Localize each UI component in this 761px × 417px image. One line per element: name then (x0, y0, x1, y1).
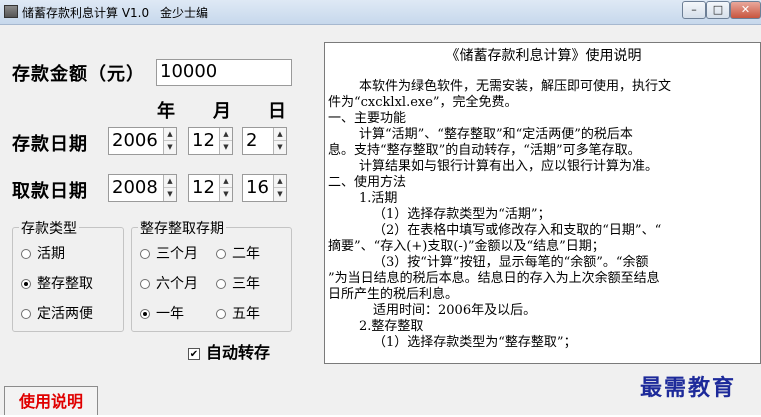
help-line: 本软件为绿色软件，无需安装，解压即可使用，执行文 (359, 79, 672, 94)
radio-selected-icon (140, 309, 150, 319)
app-icon (4, 5, 18, 18)
radio-label: 定活两便 (37, 306, 93, 322)
deposit-date-label: 存款日期 (12, 134, 88, 155)
help-line: （1）选择存款类型为“活期”； (373, 207, 551, 222)
radio-label: 五年 (232, 306, 260, 322)
spin-down-icon[interactable]: ▼ (164, 188, 176, 201)
radio-icon (21, 249, 31, 259)
radio-icon (216, 309, 226, 319)
help-line: （1）选择存款类型为“整存整取”； (373, 335, 577, 350)
radio-3-months[interactable]: 三个月 (140, 243, 198, 263)
radio-label: 活期 (37, 246, 65, 262)
radio-label: 三个月 (156, 246, 198, 262)
day-header: 日 (268, 101, 287, 122)
radio-label: 整存整取 (37, 276, 93, 292)
radio-2-years[interactable]: 二年 (216, 243, 260, 263)
window-title: 储蓄存款利息计算 V1.0 (22, 6, 150, 20)
title-bar: 储蓄存款利息计算 V1.0 金少士编 – □ ✕ (0, 0, 761, 25)
help-line: 2.整存整取 (359, 319, 424, 334)
radio-selected-icon (21, 279, 31, 289)
radio-6-months[interactable]: 六个月 (140, 273, 198, 293)
radio-3-years[interactable]: 三年 (216, 273, 260, 293)
brand-watermark: 最需教育 (640, 375, 737, 401)
deposit-day-value: 2 (246, 130, 258, 151)
radio-icon (216, 279, 226, 289)
spin-up-icon[interactable]: ▲ (220, 175, 232, 188)
withdraw-month-value: 12 (192, 177, 215, 198)
help-line: 1.活期 (359, 191, 398, 206)
amount-input[interactable]: 10000 (156, 59, 292, 86)
help-line: 息。支持“整存整取”的自动转存，“活期”可多笔存取。 (328, 143, 641, 158)
help-title: 《储蓄存款利息计算》使用说明 (445, 48, 642, 64)
help-textbox[interactable]: 《储蓄存款利息计算》使用说明 本软件为绿色软件，无需安装，解压即可使用，执行文 … (324, 42, 761, 364)
help-line: 摘要”、“存入(+)支取(-)”金额以及“结息”日期； (328, 239, 605, 254)
auto-renew-checkbox[interactable]: ✔ 自动转存 (188, 339, 270, 363)
withdraw-month-spinner[interactable]: 12 ▲ ▼ (188, 174, 233, 202)
minimize-button[interactable]: – (682, 1, 706, 19)
radio-icon (216, 249, 226, 259)
radio-label: 一年 (156, 306, 184, 322)
help-line: 二、使用方法 (328, 175, 407, 190)
spin-up-icon[interactable]: ▲ (164, 128, 176, 141)
withdraw-day-value: 16 (246, 177, 269, 198)
deposit-day-spinner[interactable]: 2 ▲ ▼ (242, 127, 287, 155)
spin-down-icon[interactable]: ▼ (220, 188, 232, 201)
deposit-year-value: 2006 (112, 130, 158, 151)
app-window: 储蓄存款利息计算 V1.0 金少士编 – □ ✕ 存款金额（元） 10000 年… (0, 0, 761, 415)
radio-fixed[interactable]: 整存整取 (21, 273, 93, 293)
checkmark-icon: ✔ (188, 348, 200, 360)
spin-down-icon[interactable]: ▼ (220, 141, 232, 154)
radio-1-year[interactable]: 一年 (140, 303, 184, 323)
help-line: 日所产生的税后利息。 (328, 287, 459, 302)
radio-icon (140, 279, 150, 289)
deposit-type-group: 存款类型 活期 整存整取 定活两便 (12, 218, 124, 332)
help-line: ”为当日结息的税后本息。结息日的存入为上次余额至结息 (328, 271, 660, 286)
radio-label: 三年 (232, 276, 260, 292)
radio-5-years[interactable]: 五年 (216, 303, 260, 323)
fixed-term-group: 整存整取存期 三个月 二年 六个月 三年 一年 五年 (131, 218, 292, 332)
withdraw-date-label: 取款日期 (12, 181, 88, 202)
window-author: 金少士编 (160, 6, 209, 20)
help-line: （2）在表格中填写或修改存入和支取的“日期”、“ (373, 223, 662, 238)
year-header: 年 (157, 101, 176, 122)
help-line: 适用时间：2006年及以后。 (373, 303, 537, 318)
help-line: （3）按“计算”按钮，显示每笔的“余额”。“余额 (373, 255, 649, 270)
auto-renew-label: 自动转存 (206, 343, 271, 362)
withdraw-year-spinner[interactable]: 2008 ▲ ▼ (108, 174, 177, 202)
spin-down-icon[interactable]: ▼ (274, 188, 286, 201)
radio-current[interactable]: 活期 (21, 243, 65, 263)
spin-down-icon[interactable]: ▼ (274, 141, 286, 154)
deposit-month-spinner[interactable]: 12 ▲ ▼ (188, 127, 233, 155)
help-line: 件为“cxcklxl.exe”，完全免费。 (328, 95, 518, 110)
help-button[interactable]: 使用说明 (4, 386, 98, 415)
radio-label: 二年 (232, 246, 260, 262)
radio-icon (21, 309, 31, 319)
radio-flexible[interactable]: 定活两便 (21, 303, 93, 323)
help-line: 计算“活期”、“整存整取”和“定活两便”的税后本 (359, 127, 633, 142)
withdraw-year-value: 2008 (112, 177, 158, 198)
spin-up-icon[interactable]: ▲ (274, 175, 286, 188)
amount-label: 存款金额（元） (12, 64, 145, 85)
help-line: 计算结果如与银行计算有出入，应以银行计算为准。 (359, 159, 659, 174)
spin-down-icon[interactable]: ▼ (164, 141, 176, 154)
spin-up-icon[interactable]: ▲ (220, 128, 232, 141)
withdraw-day-spinner[interactable]: 16 ▲ ▼ (242, 174, 287, 202)
radio-icon (140, 249, 150, 259)
maximize-button[interactable]: □ (706, 1, 730, 19)
deposit-type-title: 存款类型 (19, 218, 79, 238)
month-header: 月 (213, 101, 232, 122)
spin-up-icon[interactable]: ▲ (164, 175, 176, 188)
deposit-year-spinner[interactable]: 2006 ▲ ▼ (108, 127, 177, 155)
spin-up-icon[interactable]: ▲ (274, 128, 286, 141)
fixed-term-title: 整存整取存期 (138, 218, 226, 238)
deposit-month-value: 12 (192, 130, 215, 151)
help-line: 一、主要功能 (328, 111, 407, 126)
close-button[interactable]: ✕ (730, 1, 761, 19)
radio-label: 六个月 (156, 276, 198, 292)
